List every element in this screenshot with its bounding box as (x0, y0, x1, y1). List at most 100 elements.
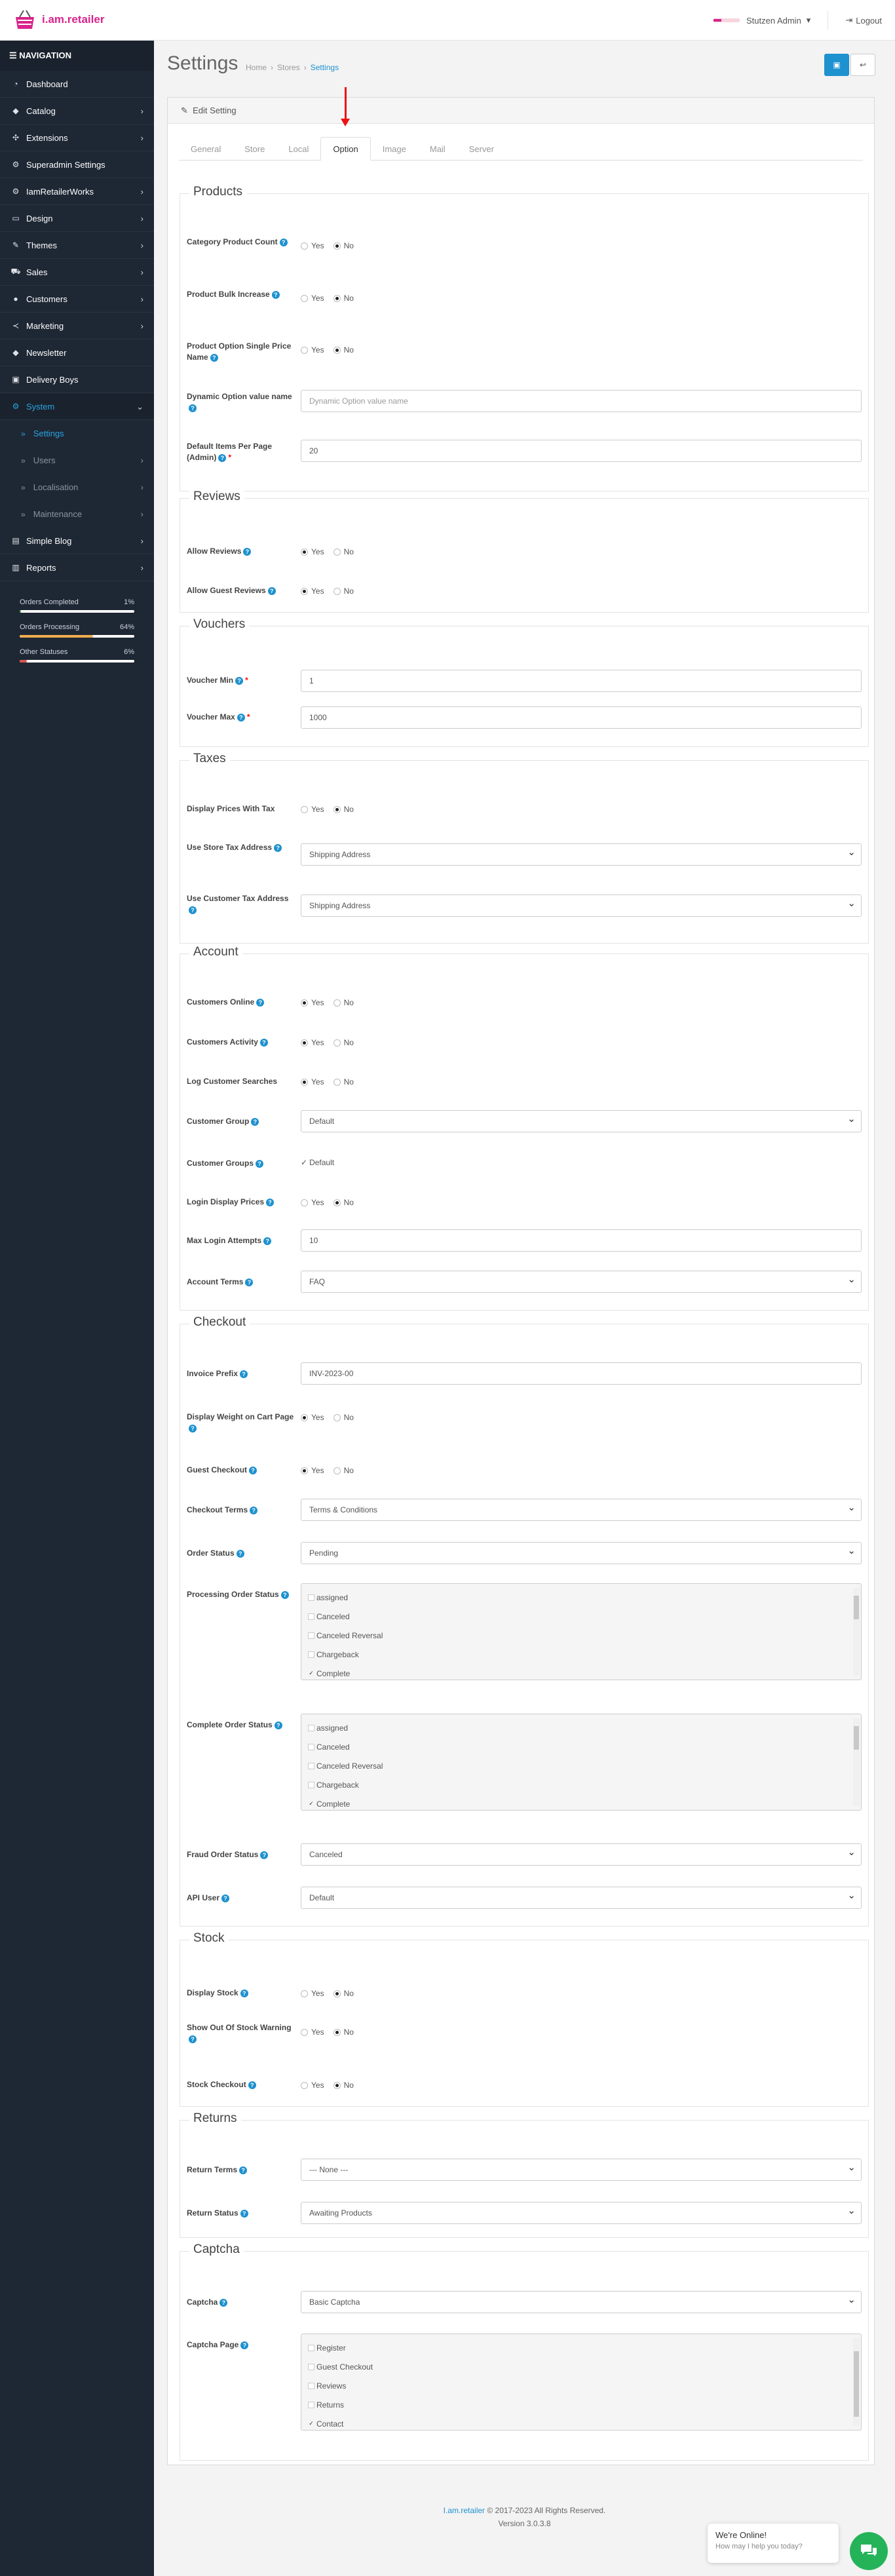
list-item[interactable]: Reviews (301, 2376, 861, 2395)
list-item[interactable]: ✓ Contact (301, 2414, 861, 2430)
radio-yes[interactable]: Yes (301, 2081, 324, 2090)
voucher-min-input[interactable]: 1 (301, 670, 862, 692)
list-item[interactable]: assigned (301, 1588, 861, 1607)
list-item[interactable]: Guest Checkout (301, 2357, 861, 2376)
sidebar-item-reports[interactable]: ▥ Reports › (0, 554, 154, 581)
voucher-max-input[interactable]: 1000 (301, 706, 862, 729)
radio-yes[interactable]: Yes (301, 345, 324, 355)
sidebar-item-catalog[interactable]: ◆ Catalog › (0, 98, 154, 125)
radio-no[interactable]: No (333, 547, 354, 556)
dynamic-option-input[interactable]: Dynamic Option value name (301, 390, 862, 412)
tab-image[interactable]: Image (371, 137, 418, 161)
radio-yes[interactable]: Yes (301, 1989, 324, 1998)
radio-yes[interactable]: Yes (301, 805, 324, 814)
customer-tax-select[interactable]: Shipping Address (301, 893, 862, 917)
list-item[interactable]: Register (301, 2338, 861, 2357)
scrollbar[interactable] (853, 1718, 860, 1806)
scrollbar[interactable] (853, 2338, 860, 2426)
list-item[interactable]: Canceled (301, 1737, 861, 1756)
radio-no[interactable]: No (333, 345, 354, 355)
sidebar-item-extensions[interactable]: ✣ Extensions › (0, 125, 154, 151)
account-terms-select[interactable]: FAQ (301, 1269, 862, 1293)
chat-button[interactable] (850, 2532, 888, 2570)
sidebar-item-newsletter[interactable]: ◆ Newsletter (0, 339, 154, 366)
radio-no[interactable]: No (333, 805, 354, 814)
sidebar-subitem-settings[interactable]: » Settings (0, 420, 154, 447)
list-item[interactable]: Canceled Reversal (301, 1756, 861, 1775)
sidebar-item-marketing[interactable]: ≺ Marketing › (0, 313, 154, 339)
list-item[interactable]: Canceled (301, 1607, 861, 1626)
tab-store[interactable]: Store (233, 137, 276, 161)
radio-yes[interactable]: Yes (301, 1077, 324, 1086)
logout-link[interactable]: ⇥ Logout (845, 15, 882, 26)
tab-mail[interactable]: Mail (418, 137, 457, 161)
captcha-select[interactable]: Basic Captcha (301, 2290, 862, 2313)
radio-no[interactable]: No (333, 998, 354, 1007)
list-item[interactable]: Chargeback (301, 1645, 861, 1664)
tab-server[interactable]: Server (457, 137, 506, 161)
fraud-status-select[interactable]: Canceled (301, 1842, 862, 1866)
sidebar-item-iamretailerworks[interactable]: ⚙ IamRetailerWorks › (0, 178, 154, 205)
captcha-page-list[interactable]: Register Guest Checkout Reviews Returns … (301, 2334, 862, 2431)
list-item[interactable]: Returns (301, 2395, 861, 2414)
sidebar-item-delivery-boys[interactable]: ▣ Delivery Boys (0, 366, 154, 393)
radio-no[interactable]: No (333, 2028, 354, 2037)
max-login-input[interactable]: 10 (301, 1229, 862, 1252)
radio-no[interactable]: No (333, 1413, 354, 1422)
order-status-select[interactable]: Pending (301, 1541, 862, 1564)
radio-no[interactable]: No (333, 1038, 354, 1047)
sidebar-item-superadmin[interactable]: ⚙ Superadmin Settings (0, 151, 154, 178)
radio-yes[interactable]: Yes (301, 2028, 324, 2037)
customer-groups-checkbox[interactable]: ✓ Default (301, 1158, 334, 1167)
radio-yes[interactable]: Yes (301, 241, 324, 250)
return-status-select[interactable]: Awaiting Products (301, 2201, 862, 2224)
return-terms-select[interactable]: --- None --- (301, 2157, 862, 2181)
breadcrumb-stores[interactable]: Stores (277, 63, 300, 72)
sidebar-subitem-users[interactable]: » Users › (0, 447, 154, 474)
radio-no[interactable]: No (333, 2081, 354, 2090)
radio-yes[interactable]: Yes (301, 294, 324, 303)
sidebar-item-sales[interactable]: ⛟ Sales › (0, 259, 154, 286)
processing-status-list[interactable]: assigned Canceled Canceled Reversal Char… (301, 1583, 862, 1680)
radio-no[interactable]: No (333, 241, 354, 250)
tab-general[interactable]: General (179, 137, 233, 161)
sidebar-item-design[interactable]: ▭ Design › (0, 205, 154, 232)
list-item[interactable]: assigned (301, 1718, 861, 1737)
user-menu[interactable]: Stutzen Admin ▾ (712, 15, 810, 26)
radio-yes[interactable]: Yes (301, 1198, 324, 1207)
sidebar-subitem-localisation[interactable]: » Localisation › (0, 474, 154, 501)
list-item[interactable]: Canceled Reversal (301, 1626, 861, 1645)
sidebar-item-system[interactable]: ⚙ System ⌄ (0, 393, 154, 420)
checkout-terms-select[interactable]: Terms & Conditions (301, 1497, 862, 1521)
scrollbar[interactable] (853, 1588, 860, 1676)
sidebar-item-dashboard[interactable]: ◔ Dashboard (0, 71, 154, 98)
list-item[interactable]: Chargeback (301, 1775, 861, 1794)
tab-local[interactable]: Local (276, 137, 320, 161)
sidebar-subitem-maintenance[interactable]: » Maintenance › (0, 501, 154, 528)
list-item[interactable]: ✓ Complete (301, 1794, 861, 1810)
tab-option[interactable]: Option (320, 137, 371, 161)
save-button[interactable]: ▣ (824, 54, 849, 76)
logo[interactable]: i.am.retailer (12, 7, 104, 33)
sidebar-item-themes[interactable]: ✎ Themes › (0, 232, 154, 259)
radio-no[interactable]: No (333, 586, 354, 596)
sidebar-item-simple-blog[interactable]: ▤ Simple Blog › (0, 528, 154, 554)
sidebar-item-customers[interactable]: ● Customers › (0, 286, 154, 313)
radio-no[interactable]: No (333, 294, 354, 303)
store-tax-select[interactable]: Shipping Address (301, 842, 862, 866)
api-user-select[interactable]: Default (301, 1885, 862, 1909)
radio-no[interactable]: No (333, 1198, 354, 1207)
list-item[interactable]: ✓ Complete (301, 1664, 861, 1680)
radio-yes[interactable]: Yes (301, 998, 324, 1007)
items-per-page-input[interactable]: 20 (301, 440, 862, 462)
radio-yes[interactable]: Yes (301, 1038, 324, 1047)
invoice-prefix-input[interactable]: INV-2023-00 (301, 1362, 862, 1385)
radio-yes[interactable]: Yes (301, 1466, 324, 1475)
complete-status-list[interactable]: assigned Canceled Canceled Reversal Char… (301, 1714, 862, 1811)
radio-no[interactable]: No (333, 1466, 354, 1475)
radio-yes[interactable]: Yes (301, 586, 324, 596)
chat-widget[interactable]: We're Online! How may I help you today? (708, 2524, 839, 2563)
back-button[interactable]: ↩ (850, 54, 875, 76)
breadcrumb-home[interactable]: Home (246, 63, 267, 72)
radio-no[interactable]: No (333, 1077, 354, 1086)
